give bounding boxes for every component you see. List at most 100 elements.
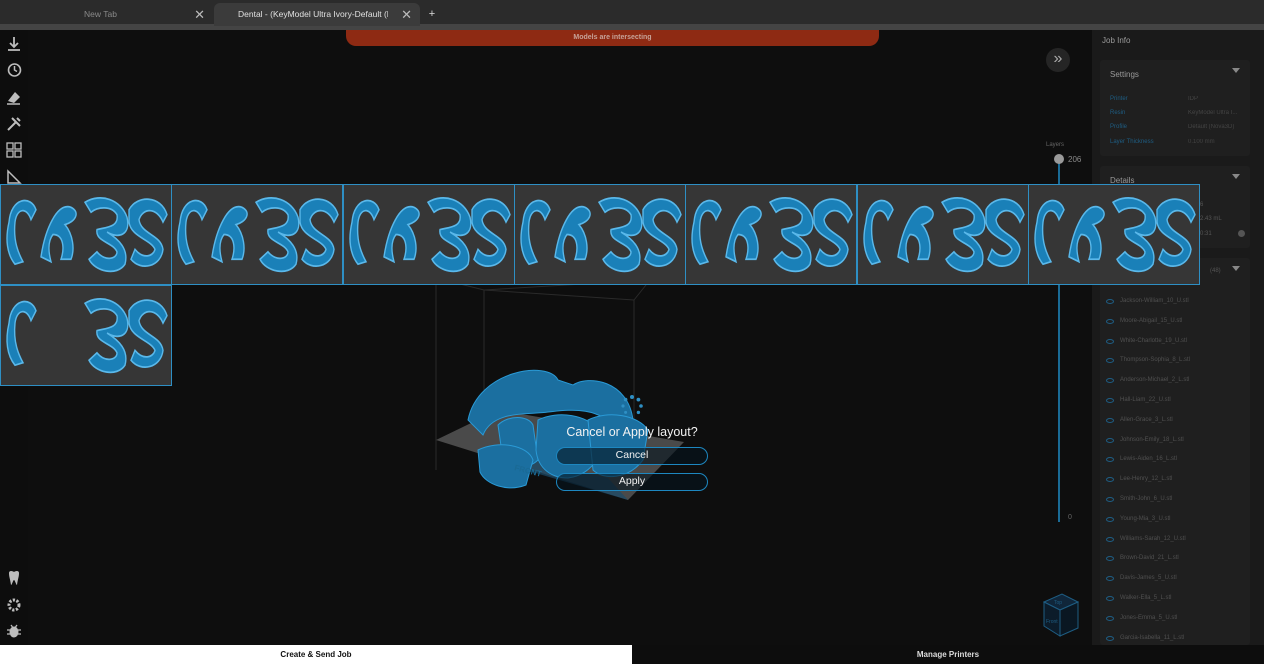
layout-thumbnail[interactable] (0, 184, 172, 285)
bug-icon[interactable] (5, 622, 23, 640)
layout-thumbnail[interactable] (171, 184, 344, 285)
layout-thumbnail[interactable] (856, 184, 1029, 285)
model-file-name: Moore-Abigail_15_U.stl (1120, 317, 1183, 324)
settings-value: KeyModel Ultra I... (1188, 110, 1238, 116)
model-file-item[interactable]: Hall-Liam_22_U.stl (1106, 397, 1171, 403)
eye-icon[interactable] (1106, 358, 1114, 364)
close-icon[interactable]: ✕ (194, 3, 205, 26)
manage-printers-button[interactable]: Manage Printers (632, 645, 1264, 664)
model-file-item[interactable]: Lee-Henry_12_L.stl (1106, 476, 1172, 483)
model-file-item[interactable]: White-Charlotte_19_U.stl (1106, 338, 1187, 344)
job-info-panel: Job Info Settings Printer IDP Resin KeyMod… (1092, 30, 1264, 645)
arch-model-shape (177, 199, 209, 266)
info-icon[interactable] (1238, 230, 1245, 237)
eye-icon[interactable] (1106, 378, 1114, 384)
layout-thumbnail[interactable] (342, 184, 515, 285)
expand-panel-button[interactable]: » (1046, 48, 1070, 72)
model-file-item[interactable]: Jones-Emma_5_U.stl (1106, 615, 1177, 621)
model-file-name: Garcia-Isabella_11_L.stl (1120, 634, 1185, 641)
warning-banner: Models are intersecting (346, 30, 879, 46)
build-volume: FRONT (435, 277, 684, 500)
arch-models-preview (348, 197, 511, 273)
arch-model-shape (691, 199, 722, 266)
model-file-item[interactable]: Lewis-Aiden_16_L.stl (1106, 456, 1177, 463)
view-cube[interactable]: Top Front (1040, 592, 1080, 638)
model-file-item[interactable]: Allen-Grace_3_L.stl (1106, 417, 1173, 423)
arch-model-shape (769, 197, 814, 273)
model-file-item[interactable]: Johnson-Emily_18_L.stl (1106, 437, 1184, 443)
create-send-job-button[interactable]: Create & Send Job (0, 645, 632, 664)
model-file-item[interactable]: Davis-James_5_U.stl (1106, 575, 1177, 582)
tools-icon[interactable] (5, 115, 23, 133)
chevron-down-icon[interactable] (1232, 174, 1240, 179)
eye-icon[interactable] (1106, 457, 1114, 463)
layout-thumbnail[interactable] (685, 184, 858, 285)
model-file-item[interactable]: Young-Mia_3_U.stl (1106, 515, 1171, 522)
model-file-item[interactable]: Williams-Sarah_12_U.stl (1106, 535, 1186, 542)
support-icon[interactable] (5, 88, 23, 106)
arch-model-shape (642, 198, 682, 267)
tab-label: New Tab (84, 9, 117, 19)
chevron-down-icon[interactable] (1232, 266, 1240, 271)
arch-model-shape (128, 299, 168, 368)
arch-model-shape (725, 205, 763, 264)
arch-model-shape (520, 199, 551, 266)
settings-value: IDP (1188, 96, 1199, 102)
eye-icon[interactable] (1106, 417, 1114, 423)
models-count: (48) (1210, 268, 1221, 274)
cancel-button[interactable]: Cancel (556, 447, 708, 465)
model-file-item[interactable]: Moore-Abigail_15_U.stl (1106, 317, 1183, 324)
close-icon[interactable]: ✕ (401, 3, 412, 26)
download-icon[interactable] (5, 35, 23, 53)
model-file-item[interactable]: Anderson-Michael_2_L.stl (1106, 377, 1189, 384)
layout-thumbnail[interactable] (0, 285, 172, 386)
model-file-item[interactable]: Thompson-Sophia_8_L.stl (1106, 357, 1190, 364)
eye-icon[interactable] (1106, 338, 1114, 344)
arch-model-shape (1068, 205, 1105, 264)
loading-spinner-icon (621, 395, 643, 415)
eye-icon[interactable] (1106, 437, 1114, 443)
eye-icon[interactable] (1106, 398, 1114, 403)
new-tab-button[interactable]: + (424, 6, 440, 22)
eye-icon[interactable] (1106, 299, 1114, 304)
eye-icon[interactable] (1106, 556, 1114, 562)
settings-card[interactable]: Settings Printer IDP Resin KeyModel Ultra … (1100, 60, 1250, 156)
layer-slider-top-value: 206 (1068, 155, 1082, 164)
model-file-item[interactable]: Smith-John_6_U.stl (1106, 496, 1172, 502)
eye-icon[interactable] (1106, 536, 1114, 542)
details-value: 6 (1200, 202, 1204, 208)
layout-thumbnail[interactable] (513, 184, 686, 285)
eye-icon[interactable] (1106, 477, 1114, 483)
tab-dental[interactable]: Dental - (KeyModel Ultra Ivory-Default (… (214, 3, 420, 26)
history-icon[interactable] (5, 61, 23, 79)
arch-model-shape (554, 205, 591, 264)
eye-icon[interactable] (1106, 516, 1114, 522)
model-file-item[interactable]: Walker-Ella_5_L.stl (1106, 595, 1171, 601)
apply-button[interactable]: Apply (556, 473, 708, 491)
3d-viewport[interactable]: FRONT (28, 30, 1092, 645)
layout-thumbnail[interactable] (1027, 184, 1200, 285)
eye-icon[interactable] (1106, 615, 1114, 621)
settings-key: Resin (1110, 110, 1126, 116)
model-file-name: Williams-Sarah_12_U.stl (1120, 535, 1186, 542)
arch-model-shape (128, 198, 168, 267)
app-window: { "tabs": [ {"label": "New Tab", "active… (0, 0, 1264, 664)
chevron-down-icon[interactable] (1232, 68, 1240, 73)
eye-icon[interactable] (1106, 635, 1114, 641)
tooth-icon[interactable] (5, 569, 23, 587)
arch-models-preview (1034, 197, 1196, 273)
eye-icon[interactable] (1106, 576, 1114, 582)
eye-icon[interactable] (1106, 318, 1114, 324)
gear-icon[interactable] (5, 596, 23, 614)
layout-grid-icon[interactable] (5, 141, 23, 159)
eye-icon[interactable] (1106, 497, 1114, 502)
details-value: 0:31 (1200, 231, 1212, 237)
model-file-name: Young-Mia_3_U.stl (1120, 515, 1171, 522)
model-file-item[interactable]: Jackson-William_10_U.stl (1106, 298, 1189, 304)
model-file-item[interactable]: Brown-David_21_L.stl (1106, 555, 1179, 562)
layer-slider-handle[interactable] (1054, 154, 1064, 164)
tab-new-tab[interactable]: New Tab ✕ (0, 3, 213, 26)
model-file-item[interactable]: Garcia-Isabella_11_L.stl (1106, 634, 1185, 641)
arch-model-shape (813, 198, 853, 267)
eye-icon[interactable] (1106, 596, 1114, 601)
